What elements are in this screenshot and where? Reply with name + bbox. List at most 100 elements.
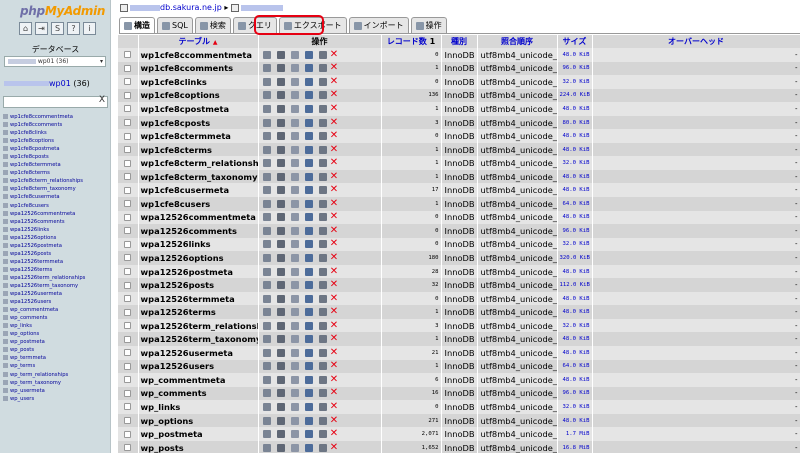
row-checkbox[interactable]	[124, 335, 132, 343]
table-size[interactable]: 96.0 KiB	[557, 61, 593, 76]
drop-icon[interactable]: ✕	[330, 429, 339, 439]
drop-icon[interactable]: ✕	[330, 401, 339, 411]
structure-icon[interactable]	[276, 430, 285, 439]
empty-icon[interactable]	[318, 430, 327, 439]
empty-icon[interactable]	[318, 77, 327, 86]
browse-icon[interactable]	[262, 443, 271, 452]
drop-icon[interactable]: ✕	[330, 198, 339, 208]
structure-icon[interactable]	[276, 253, 285, 262]
insert-icon[interactable]	[304, 348, 313, 357]
drop-icon[interactable]: ✕	[330, 239, 339, 249]
tab-structure[interactable]: 構造	[119, 17, 155, 33]
tab-sql[interactable]: SQL	[157, 17, 193, 33]
empty-icon[interactable]	[318, 389, 327, 398]
table-size[interactable]: 64.0 KiB	[557, 197, 593, 211]
insert-icon[interactable]	[304, 267, 313, 276]
browse-icon[interactable]	[262, 308, 271, 317]
sidebar-table-item[interactable]: wp_term_taxonomy	[3, 379, 110, 387]
sidebar-table-item[interactable]: wp_commentmeta	[3, 306, 110, 314]
structure-icon[interactable]	[276, 64, 285, 73]
insert-icon[interactable]	[304, 335, 313, 344]
row-checkbox[interactable]	[124, 64, 132, 72]
table-name[interactable]: wpa12526termmeta	[138, 291, 259, 306]
empty-icon[interactable]	[318, 294, 327, 303]
empty-icon[interactable]	[318, 199, 327, 208]
empty-icon[interactable]	[318, 348, 327, 357]
insert-icon[interactable]	[304, 240, 313, 249]
drop-icon[interactable]: ✕	[330, 90, 339, 100]
empty-icon[interactable]	[318, 402, 327, 411]
structure-icon[interactable]	[276, 91, 285, 100]
browse-icon[interactable]	[262, 348, 271, 357]
structure-icon[interactable]	[276, 77, 285, 86]
insert-icon[interactable]	[304, 91, 313, 100]
search-icon[interactable]	[290, 443, 299, 452]
table-size[interactable]: 224.0 KiB	[557, 88, 593, 103]
database-select[interactable]: wp01 (36) ▾	[4, 56, 106, 67]
insert-icon[interactable]	[304, 443, 313, 452]
search-icon[interactable]	[290, 402, 299, 411]
table-size[interactable]: 32.0 KiB	[557, 318, 593, 333]
drop-icon[interactable]: ✕	[330, 280, 339, 290]
structure-icon[interactable]	[276, 308, 285, 317]
sidebar-table-item[interactable]: wp1cfe8coptions	[3, 137, 110, 145]
browse-icon[interactable]	[262, 199, 271, 208]
browse-icon[interactable]	[262, 267, 271, 276]
structure-icon[interactable]	[276, 348, 285, 357]
empty-icon[interactable]	[318, 104, 327, 113]
drop-icon[interactable]: ✕	[330, 442, 339, 452]
insert-icon[interactable]	[304, 50, 313, 59]
table-size[interactable]: 48.0 KiB	[557, 291, 593, 306]
search-icon[interactable]	[290, 172, 299, 181]
insert-icon[interactable]	[304, 389, 313, 398]
search-icon[interactable]	[290, 253, 299, 262]
structure-icon[interactable]	[276, 186, 285, 195]
tab-search[interactable]: 検索	[194, 17, 231, 33]
drop-icon[interactable]: ✕	[330, 185, 339, 195]
drop-icon[interactable]: ✕	[330, 293, 339, 303]
structure-icon[interactable]	[276, 145, 285, 154]
row-checkbox[interactable]	[124, 430, 132, 438]
structure-icon[interactable]	[276, 375, 285, 384]
sidebar-table-item[interactable]: wpa12526links	[3, 226, 110, 234]
structure-icon[interactable]	[276, 281, 285, 290]
sidebar-table-item[interactable]: wp1cfe8cterm_taxonomy	[3, 185, 110, 193]
search-icon[interactable]	[290, 199, 299, 208]
table-name[interactable]: wp1cfe8ctermmeta	[138, 129, 259, 143]
table-size[interactable]: 48.0 KiB	[557, 346, 593, 360]
table-size[interactable]: 48.0 KiB	[557, 102, 593, 116]
sidebar-table-item[interactable]: wp_terms	[3, 362, 110, 370]
docs-icon[interactable]: ?	[67, 22, 80, 35]
row-checkbox[interactable]	[124, 227, 132, 235]
search-icon[interactable]	[290, 104, 299, 113]
search-icon[interactable]	[290, 281, 299, 290]
insert-icon[interactable]	[304, 172, 313, 181]
insert-icon[interactable]	[304, 308, 313, 317]
structure-icon[interactable]	[276, 321, 285, 330]
header-collation[interactable]: 照合順序	[477, 35, 558, 48]
insert-icon[interactable]	[304, 77, 313, 86]
search-icon[interactable]	[290, 389, 299, 398]
structure-icon[interactable]	[276, 118, 285, 127]
sidebar-table-item[interactable]: wp1cfe8cusermeta	[3, 193, 110, 201]
row-checkbox[interactable]	[124, 186, 132, 194]
sidebar-table-item[interactable]: wpa12526term_taxonomy	[3, 282, 110, 290]
drop-icon[interactable]: ✕	[330, 415, 339, 425]
table-size[interactable]: 32.0 KiB	[557, 75, 593, 89]
table-size[interactable]: 48.0 KiB	[557, 413, 593, 428]
row-checkbox[interactable]	[124, 362, 132, 370]
browse-icon[interactable]	[262, 77, 271, 86]
structure-icon[interactable]	[276, 226, 285, 235]
structure-icon[interactable]	[276, 362, 285, 371]
table-name[interactable]: wp_postmeta	[138, 427, 259, 441]
insert-icon[interactable]	[304, 253, 313, 262]
search-icon[interactable]	[290, 430, 299, 439]
table-name[interactable]: wpa12526usermeta	[138, 346, 259, 360]
empty-icon[interactable]	[318, 321, 327, 330]
insert-icon[interactable]	[304, 430, 313, 439]
sidebar-table-item[interactable]: wpa12526terms	[3, 266, 110, 274]
drop-icon[interactable]: ✕	[330, 266, 339, 276]
table-name[interactable]: wp1cfe8ccommentmeta	[138, 48, 259, 62]
structure-icon[interactable]	[276, 335, 285, 344]
row-checkbox[interactable]	[124, 308, 132, 316]
